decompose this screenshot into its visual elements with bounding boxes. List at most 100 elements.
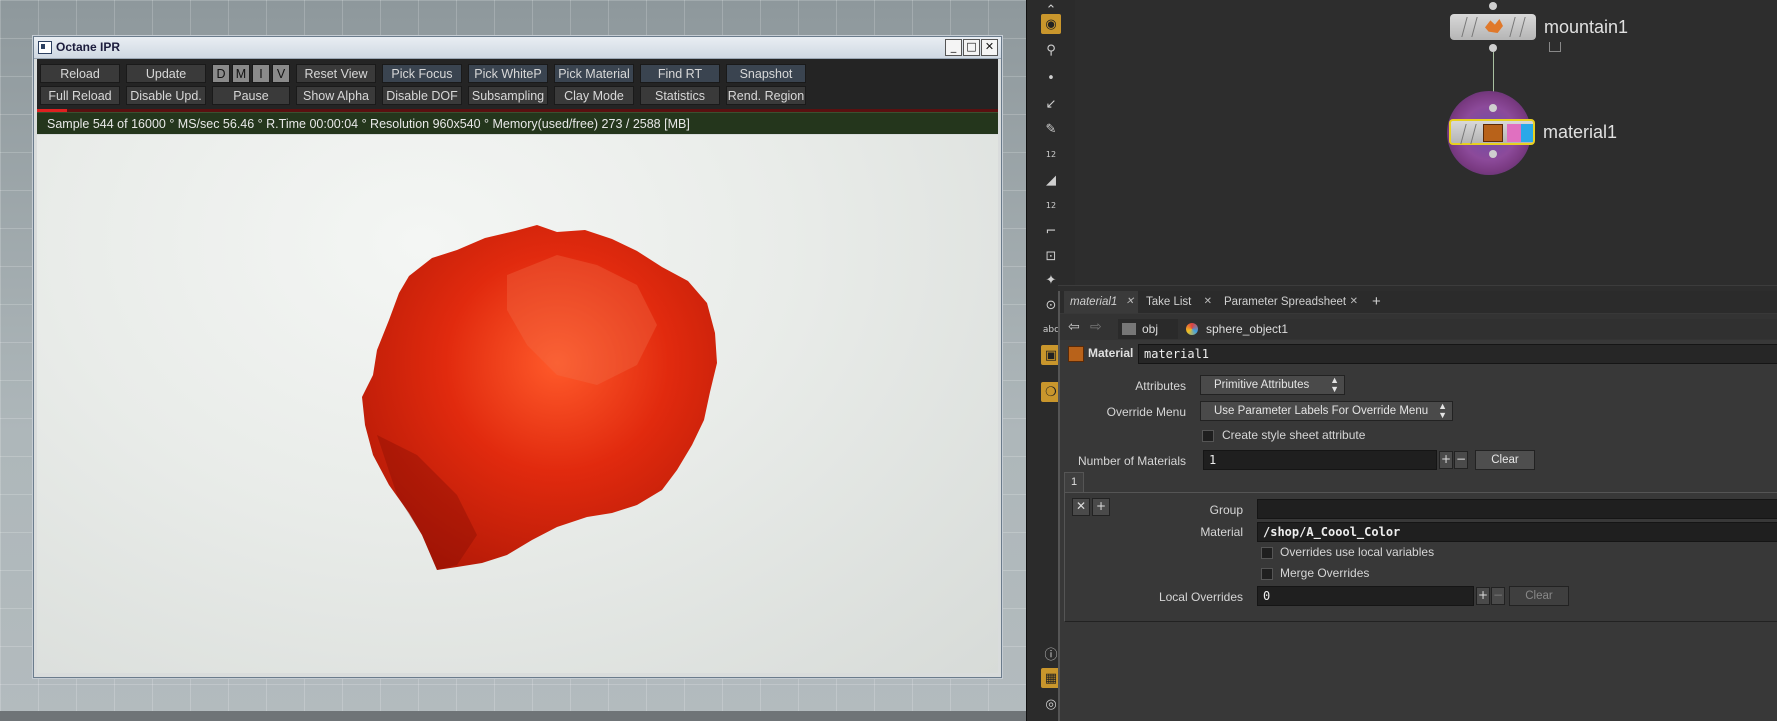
forward-arrow-icon[interactable]: ⇨ [1090,319,1102,335]
output-port[interactable] [1489,44,1497,52]
v-toggle-button[interactable]: V [272,64,290,83]
pen-display-icon[interactable]: ✎ [1041,119,1061,139]
ipr-toolbar: Reload Update D M I V Reset View Pick Fo… [37,59,998,109]
node-mountain1[interactable] [1450,14,1536,40]
minimize-icon[interactable]: _ [945,39,962,56]
geometry-object-icon [1186,323,1198,335]
input-port[interactable] [1489,104,1497,112]
increment-button[interactable]: + [1439,451,1453,469]
menu-arrows-icon: ▲ ▼ [1438,401,1447,420]
merge-overrides-label: Merge Overrides [1280,566,1370,580]
back-arrow-icon[interactable]: ⇦ [1068,319,1080,335]
path-obj[interactable]: obj [1118,319,1180,339]
find-rt-button[interactable]: Find RT [640,64,720,83]
num-materials-field[interactable]: 1 [1203,450,1437,470]
i-toggle-button[interactable]: I [252,64,270,83]
window-app-icon [38,41,52,54]
d-toggle-button[interactable]: D [212,64,230,83]
node-header: Material material1 [1060,344,1777,364]
pane-tabs: material1 ✕ Take List ✕ Parameter Spreadsh… [1060,291,1777,313]
pick-focus-button[interactable]: Pick Focus [382,64,462,83]
reload-button[interactable]: Reload [40,64,120,83]
local-overrides-field[interactable]: 0 [1257,586,1474,606]
obj-network-icon [1122,323,1136,335]
update-button[interactable]: Update [126,64,206,83]
material-node-icon[interactable] [1068,346,1084,362]
display-flag[interactable] [1521,124,1533,142]
menu-arrows-icon: ▲ ▼ [1330,375,1339,394]
add-tab-icon[interactable]: + [1366,291,1386,313]
multiparm-tab-1[interactable]: 1 [1064,472,1084,492]
node-material1[interactable] [1449,119,1535,145]
material-sop-icon [1483,124,1503,142]
node-label-mountain1: mountain1 [1544,17,1629,37]
path-bar: ⇦ ⇨ obj sphere_object1 [1060,314,1777,340]
clay-mode-button[interactable]: Clay Mode [554,86,634,105]
clear-button[interactable]: Clear [1475,450,1535,470]
primitive-display-icon[interactable]: ◢ [1041,170,1061,190]
octane-ipr-window: Octane IPR _ □ ✕ Reload Update D M I V R… [33,36,1002,678]
node-label-material1: material1 [1543,122,1618,142]
statistics-button[interactable]: Statistics [640,86,720,105]
bounding-box-icon[interactable]: ⊡ [1041,246,1061,266]
material-path-field[interactable]: /shop/A_Coool_Color [1257,522,1777,542]
template-flag[interactable] [1507,124,1521,142]
show-alpha-button[interactable]: Show Alpha [296,86,376,105]
close-tab-icon[interactable]: ✕ [1204,291,1212,313]
node-type-label: Material [1088,346,1134,360]
point-display-icon[interactable]: • [1041,68,1061,88]
network-editor[interactable]: mountain1 material1 [1075,0,1777,285]
tab-take-list[interactable]: Take List ✕ [1140,291,1216,313]
output-port[interactable] [1489,150,1497,158]
disable-update-button[interactable]: Disable Upd. [126,86,206,105]
decrement-button[interactable]: − [1491,587,1505,605]
node-name-field[interactable]: material1 [1138,344,1777,364]
overrides-local-checkbox[interactable] [1261,547,1273,559]
reset-view-button[interactable]: Reset View [296,64,376,83]
primitive-numbers-icon[interactable]: 12 [1041,195,1061,215]
local-overrides-label: Local Overrides [1158,590,1243,604]
normal-display-icon[interactable]: ↙ [1041,94,1061,114]
group-field[interactable] [1257,499,1777,519]
camera-view-icon[interactable]: ◉ [1041,14,1061,34]
disable-dof-button[interactable]: Disable DOF [382,86,462,105]
render-region-button[interactable]: Rend. Region [726,86,806,105]
m-toggle-button[interactable]: M [232,64,250,83]
tab-parameter-spreadsheet[interactable]: Parameter Spreadsheet ✕ [1218,291,1362,313]
pick-whitepoint-button[interactable]: Pick WhiteP [468,64,548,83]
attributes-label: Attributes [1135,379,1186,393]
merge-overrides-checkbox[interactable] [1261,568,1273,580]
ipr-titlebar[interactable]: Octane IPR _ □ ✕ [34,37,1001,59]
point-numbers-icon[interactable]: 12 [1041,144,1061,164]
overrides-local-label: Overrides use local variables [1280,545,1435,559]
multiparm-block: ✕ + Group Material /shop/A_Coool_Color O… [1064,492,1777,622]
increment-button[interactable]: + [1476,587,1490,605]
snap-icon[interactable]: ⚲ [1041,40,1061,60]
style-sheet-checkbox[interactable] [1202,430,1214,442]
num-materials-label: Number of Materials [1077,454,1186,468]
subsampling-button[interactable]: Subsampling [468,86,548,105]
close-tab-icon[interactable]: ✕ [1350,291,1358,313]
parameter-editor: material1 ✕ Take List ✕ Parameter Spreadsh… [1058,291,1777,721]
attributes-menu[interactable]: Primitive Attributes ▲ ▼ [1200,375,1345,395]
close-tab-icon[interactable]: ✕ [1126,291,1134,313]
override-menu-label: Override Menu [1106,405,1186,419]
maximize-icon[interactable]: □ [963,39,980,56]
style-sheet-label: Create style sheet attribute [1222,428,1366,442]
mountain-sop-icon [1485,19,1503,33]
render-view[interactable] [37,135,998,673]
clear-overrides-button[interactable]: Clear [1509,586,1569,606]
pick-material-button[interactable]: Pick Material [554,64,634,83]
decrement-button[interactable]: − [1454,451,1468,469]
input-port[interactable] [1489,2,1497,10]
path-sphere-object1[interactable]: sphere_object1 [1178,319,1777,339]
pause-button[interactable]: Pause [212,86,290,105]
full-reload-button[interactable]: Full Reload [40,86,120,105]
render-status-bar: Sample 544 of 16000 ° MS/sec 56.46 ° R.T… [37,112,998,134]
snapshot-button[interactable]: Snapshot [726,64,806,83]
override-menu[interactable]: Use Parameter Labels For Override Menu ▲ ▼ [1200,401,1453,421]
material-label: Material [1200,525,1243,539]
tab-material1[interactable]: material1 ✕ [1064,291,1138,313]
uv-display-icon[interactable]: ⌐ [1041,221,1061,241]
close-icon[interactable]: ✕ [981,39,998,56]
